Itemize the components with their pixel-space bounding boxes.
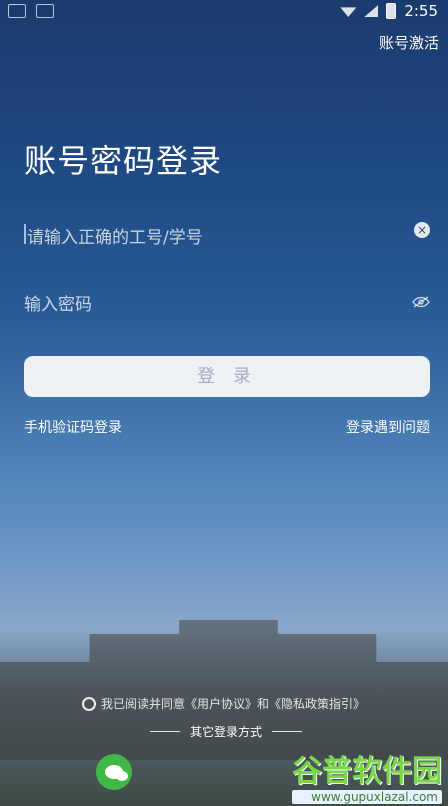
account-activate-link[interactable]: 账号激活 — [379, 32, 439, 53]
agreement-radio[interactable] — [82, 696, 96, 711]
phone-login-link[interactable]: 手机验证码登录 — [24, 417, 122, 437]
watermark-url: www.gupuxlazal.com — [292, 790, 442, 804]
wifi-icon — [340, 7, 357, 17]
other-login-methods: 其它登录方式 — [150, 723, 303, 740]
username-field[interactable]: 请输入正确的工号/学号 × — [24, 220, 430, 250]
page-title: 账号密码登录 — [24, 142, 223, 180]
status-left-icons — [8, 4, 54, 18]
other-login-label: 其它登录方式 — [190, 725, 263, 739]
wechat-icon — [105, 765, 128, 781]
login-screen: 2:55 账号激活 账号密码登录 请输入正确的工号/学号 × 输入密码 登 录 … — [0, 0, 448, 806]
battery-icon — [386, 3, 397, 19]
clear-icon[interactable]: × — [414, 222, 430, 238]
watermark-brand: 谷普软件园 — [292, 754, 442, 789]
login-help-link[interactable]: 登录遇到问题 — [346, 417, 430, 437]
password-placeholder: 输入密码 — [24, 295, 92, 315]
wechat-login-button[interactable] — [96, 754, 132, 790]
app-icon — [36, 4, 54, 18]
watermark: 谷普软件园 www.gupuxlazal.com — [292, 746, 442, 804]
text-caret — [24, 224, 26, 244]
status-time: 2:55 — [404, 2, 438, 20]
divider-left — [150, 731, 180, 732]
status-bar: 2:55 — [0, 0, 448, 24]
agreement-text: 我已阅读并同意《用户协议》和《隐私政策指引》 — [101, 697, 366, 711]
notification-icon — [8, 4, 26, 18]
password-field[interactable]: 输入密码 — [24, 287, 430, 317]
signal-icon — [364, 5, 379, 17]
login-button[interactable]: 登 录 — [24, 356, 430, 397]
divider-right — [272, 731, 303, 732]
eye-off-icon[interactable] — [412, 293, 430, 308]
status-right: 2:55 — [340, 2, 438, 20]
agreement-row[interactable]: 我已阅读并同意《用户协议》和《隐私政策指引》 — [82, 695, 365, 712]
username-placeholder: 请输入正确的工号/学号 — [27, 228, 203, 248]
